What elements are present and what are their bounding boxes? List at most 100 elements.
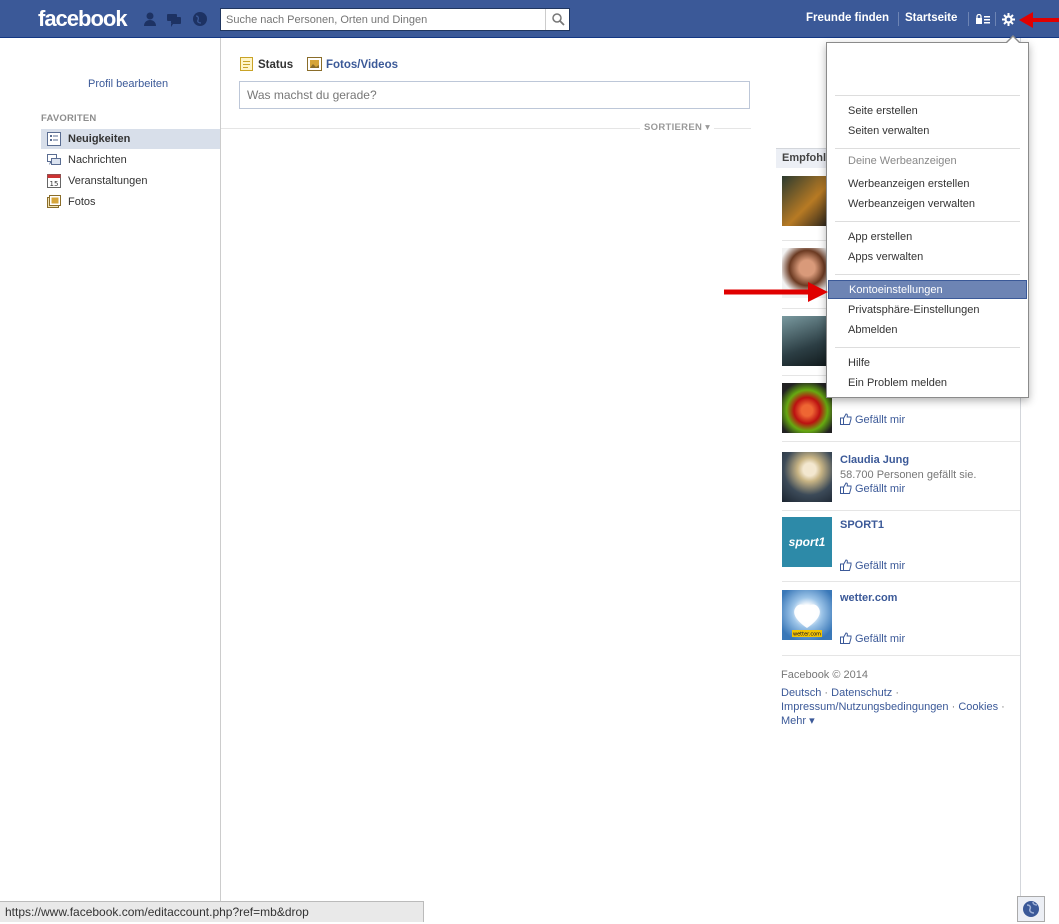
- row-divider: [782, 510, 1020, 511]
- privacy-shortcuts-icon[interactable]: [976, 14, 990, 25]
- footer-link-cookies[interactable]: Cookies: [958, 701, 998, 713]
- footer-link-more[interactable]: Mehr ▾: [781, 715, 815, 727]
- footer: Facebook © 2014 Deutsch · Datenschutz · …: [781, 668, 1017, 728]
- home-link[interactable]: Startseite: [905, 12, 957, 24]
- sidebar-item-label: Nachrichten: [68, 154, 127, 166]
- row-divider: [782, 581, 1020, 582]
- recommended-page: wetter.com wetter.com Gefällt mir: [782, 590, 1020, 645]
- menu-item-manage-pages[interactable]: Seiten verwalten: [827, 122, 1028, 141]
- like-button[interactable]: Gefällt mir: [840, 559, 905, 572]
- footer-link-terms[interactable]: Impressum/Nutzungsbedingungen: [781, 701, 949, 713]
- facebook-logo[interactable]: facebook: [38, 6, 128, 32]
- menu-item-manage-apps[interactable]: Apps verwalten: [827, 248, 1028, 267]
- menu-item-create-page[interactable]: Seite erstellen: [827, 102, 1028, 121]
- menu-item-account-settings[interactable]: Kontoeinstellungen: [828, 280, 1027, 299]
- sidebar-item-events[interactable]: 15 Veranstaltungen: [41, 171, 220, 191]
- nav-divider: [968, 12, 969, 26]
- calendar-icon: 15: [47, 174, 61, 188]
- menu-item-help[interactable]: Hilfe: [827, 354, 1028, 373]
- composer-tab-photos[interactable]: Fotos/Videos: [307, 57, 398, 71]
- heart-cloud-icon: wetter.com: [792, 604, 822, 638]
- left-sidebar: Profil bearbeiten FAVORITEN Neuigkeiten …: [0, 38, 221, 922]
- like-button[interactable]: Gefällt mir: [840, 482, 905, 495]
- copyright: Facebook © 2014: [781, 669, 868, 681]
- like-label: Gefällt mir: [855, 633, 906, 645]
- status-input[interactable]: Was machst du gerade?: [239, 81, 750, 109]
- sort-label: SORTIEREN: [644, 122, 703, 133]
- messages-jewel-icon[interactable]: [166, 11, 182, 27]
- row-divider: [782, 655, 1020, 656]
- search-input[interactable]: [221, 9, 541, 30]
- page-name-link[interactable]: SPORT1: [840, 519, 884, 531]
- magnifier-icon: [552, 13, 565, 26]
- composer-tab-label: Fotos/Videos: [326, 59, 398, 71]
- row-divider: [782, 441, 1020, 442]
- page-name-link[interactable]: Claudia Jung: [840, 454, 909, 466]
- sidebar-item-photos[interactable]: Fotos: [41, 192, 220, 212]
- footer-link-language[interactable]: Deutsch: [781, 687, 821, 699]
- annotation-arrow-gear: [1019, 12, 1059, 28]
- sport1-logo[interactable]: sport1: [782, 517, 832, 567]
- page-name-link[interactable]: wetter.com: [840, 592, 897, 604]
- wetter-logo[interactable]: wetter.com: [782, 590, 832, 640]
- sort-button[interactable]: SORTIEREN ▾: [640, 122, 715, 133]
- thumbs-up-icon: [840, 413, 852, 425]
- menu-divider: [835, 221, 1020, 222]
- status-pencil-icon: [240, 57, 253, 71]
- calendar-day: 15: [50, 180, 59, 188]
- nav-divider: [995, 12, 996, 26]
- nav-divider: [898, 12, 899, 26]
- search-button[interactable]: [545, 9, 569, 30]
- menu-item-privacy-settings[interactable]: Privatsphäre-Einstellungen: [827, 301, 1028, 320]
- page-thumbnail[interactable]: [782, 316, 832, 366]
- footer-link-privacy[interactable]: Datenschutz: [831, 687, 892, 699]
- composer-tab-label: Status: [258, 59, 294, 71]
- like-button[interactable]: Gefällt mir: [840, 632, 905, 645]
- menu-item-create-ads[interactable]: Werbeanzeigen erstellen: [827, 175, 1028, 194]
- favorites-heading: FAVORITEN: [41, 113, 97, 124]
- messages-icon: [47, 154, 61, 165]
- recommended-page: sport1 SPORT1 Gefällt mir: [782, 517, 1020, 572]
- menu-heading-your-ads: Deine Werbeanzeigen: [848, 155, 957, 167]
- search-box: [220, 8, 570, 31]
- globe-icon: [1023, 901, 1039, 917]
- thumbs-up-icon: [840, 632, 852, 644]
- menu-item-create-app[interactable]: App erstellen: [827, 228, 1028, 247]
- page-thumbnail[interactable]: [782, 176, 832, 226]
- friend-requests-icon[interactable]: [142, 11, 158, 27]
- menu-item-report-problem[interactable]: Ein Problem melden: [827, 374, 1028, 393]
- caret-down-icon: ▾: [705, 122, 711, 133]
- photos-icon: [47, 195, 61, 208]
- sidebar-item-news-feed[interactable]: Neuigkeiten: [41, 129, 220, 149]
- sidebar-item-label: Fotos: [68, 196, 96, 208]
- edit-profile-link[interactable]: Profil bearbeiten: [88, 78, 168, 90]
- sidebar-item-messages[interactable]: Nachrichten: [41, 150, 220, 170]
- account-settings-menu: Seite erstellen Seiten verwalten Deine W…: [826, 35, 1029, 398]
- news-feed-icon: [47, 132, 61, 146]
- thumbs-up-icon: [840, 482, 852, 494]
- page-thumbnail[interactable]: [782, 452, 832, 502]
- menu-divider: [835, 148, 1020, 149]
- more-label: Mehr: [781, 715, 807, 727]
- menu-divider: [835, 95, 1020, 96]
- wetter-logo-text: wetter.com: [793, 632, 821, 638]
- menu-item-manage-ads[interactable]: Werbeanzeigen verwalten: [827, 195, 1028, 214]
- menu-item-logout[interactable]: Abmelden: [827, 321, 1028, 340]
- notifications-globe-icon[interactable]: [192, 11, 208, 27]
- like-button[interactable]: Gefällt mir: [840, 413, 905, 426]
- composer-tab-status[interactable]: Status: [240, 57, 293, 71]
- sidebar-item-label: Veranstaltungen: [68, 175, 148, 187]
- chat-globe-button[interactable]: [1017, 896, 1045, 922]
- find-friends-link[interactable]: Freunde finden: [806, 12, 889, 24]
- menu-divider: [835, 347, 1020, 348]
- like-label: Gefällt mir: [855, 483, 906, 495]
- sidebar-item-label: Neuigkeiten: [68, 133, 131, 145]
- thumbs-up-icon: [840, 559, 852, 571]
- recommended-page: Claudia Jung 58.700 Personen gefällt sie…: [782, 452, 1020, 502]
- menu-divider: [835, 274, 1020, 275]
- like-label: Gefällt mir: [855, 560, 906, 572]
- like-label: Gefällt mir: [855, 414, 906, 426]
- gear-icon[interactable]: [1002, 13, 1015, 26]
- top-bar: facebook Freunde finden Startseite: [0, 0, 1059, 38]
- menu-pointer-inner: [1006, 37, 1020, 44]
